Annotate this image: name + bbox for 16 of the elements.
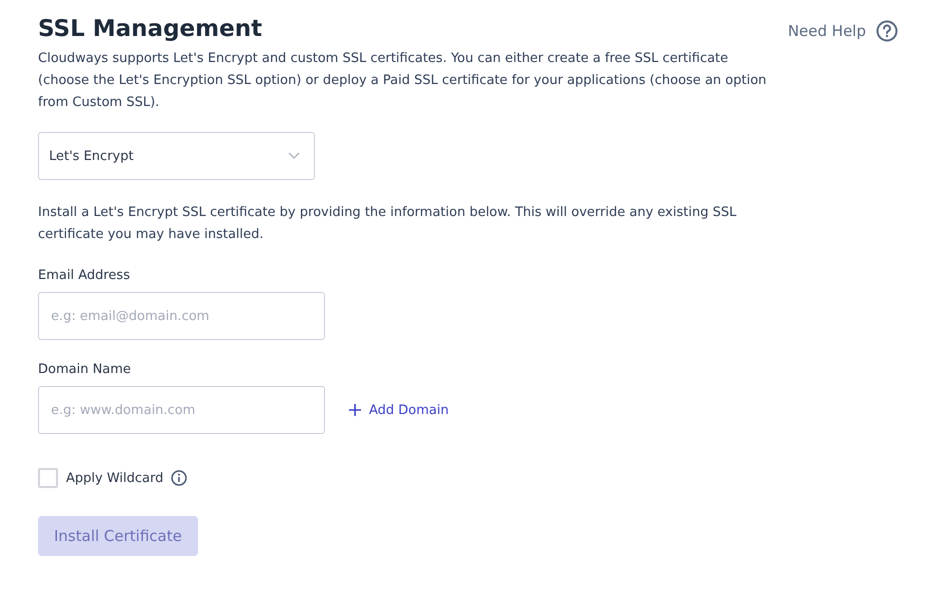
chevron-down-icon (288, 152, 300, 160)
page-title: SSL Management (38, 16, 262, 42)
help-link[interactable]: Need Help (788, 20, 898, 42)
intro-text: Cloudways supports Let's Encrypt and custom SSL certificates. You can either create a free SSL certificate (choose the Let's Encryption SSL option) or deploy a Paid SSL certificate for your applications (choose an option from Custom SSL). (38, 50, 768, 112)
input-field[interactable]: e.g: www.domain.com (38, 386, 325, 434)
plus-icon (349, 404, 361, 416)
help-icon (876, 20, 898, 42)
checkbox[interactable] (38, 468, 58, 488)
field-label: Domain Name (38, 362, 132, 377)
input-field[interactable]: e.g: email@domain.com (38, 292, 325, 340)
checkbox-label: Apply Wildcard (66, 470, 164, 486)
ssl-type-dropdown[interactable]: Let's Encrypt (38, 132, 315, 180)
info-icon[interactable] (171, 470, 188, 486)
field-label: Email Address (38, 268, 131, 283)
add-domain-link[interactable]: Add Domain (349, 402, 449, 418)
install-note: Install a Let's Encrypt SSL certificate by providing the information below. This will override any existing SSL certificate you may have installed. (38, 204, 738, 244)
